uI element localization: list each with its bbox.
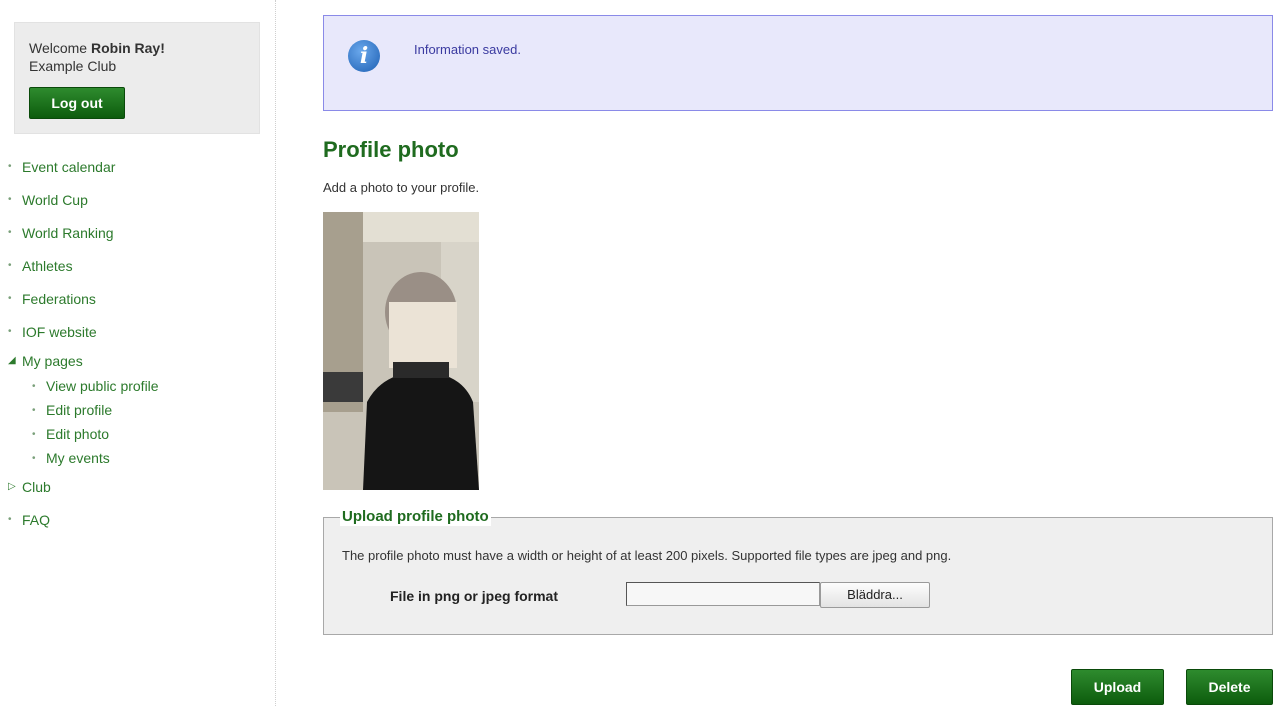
page-description: Add a photo to your profile.	[323, 180, 480, 195]
bullet-icon: •	[32, 380, 36, 392]
welcome-box: Welcome Robin Ray! Example Club Log out	[14, 22, 260, 134]
info-message-box: i Information saved.	[323, 15, 1273, 111]
sidebar-nav: • Event calendar • World Cup • World Rankin…	[8, 150, 268, 536]
bullet-icon: •	[8, 292, 12, 304]
nav-label: Federations	[22, 290, 96, 307]
bullet-icon: •	[8, 325, 12, 337]
sub-item-edit-profile[interactable]: • Edit profile	[32, 398, 268, 422]
welcome-text: Welcome Robin Ray!	[29, 39, 245, 57]
nav-label: Athletes	[22, 257, 73, 274]
welcome-prefix: Welcome	[29, 40, 91, 56]
bullet-icon: •	[32, 404, 36, 416]
nav-label: My pages	[22, 353, 83, 369]
nav-label: World Cup	[22, 191, 88, 208]
sub-item-edit-photo[interactable]: • Edit photo	[32, 422, 268, 446]
sidebar: Welcome Robin Ray! Example Club Log out …	[0, 0, 276, 706]
bullet-icon: •	[8, 193, 12, 205]
sub-nav-label: My events	[46, 450, 110, 466]
nav-item-event-calendar[interactable]: • Event calendar	[8, 150, 268, 183]
sub-item-my-events[interactable]: • My events	[32, 446, 268, 470]
upload-fieldset: Upload profile photo The profile photo m…	[323, 508, 1273, 635]
user-name: Robin Ray!	[90, 40, 165, 56]
club-name: Example Club	[29, 58, 117, 74]
sub-nav-label: View public profile	[46, 378, 159, 394]
nav-item-federations[interactable]: • Federations	[8, 282, 268, 315]
bullet-icon: •	[32, 428, 36, 440]
sub-nav-label: Edit profile	[46, 402, 113, 418]
sub-nav-label: Edit photo	[46, 426, 110, 442]
nav-item-world-ranking[interactable]: • World Ranking	[8, 216, 268, 249]
nav-label: FAQ	[22, 511, 51, 528]
sub-item-view-public-profile[interactable]: • View public profile	[32, 374, 268, 398]
file-label: File in png or jpeg format	[390, 588, 558, 604]
nav-label: Event calendar	[22, 158, 116, 175]
bullet-icon: •	[8, 259, 12, 271]
my-pages-subnav: • View public profile • Edit profile • Edit…	[32, 374, 268, 470]
file-path-input[interactable]	[626, 582, 820, 606]
upload-button[interactable]: Upload	[1071, 669, 1164, 705]
profile-photo-image	[323, 212, 479, 490]
bullet-icon: •	[8, 160, 12, 172]
collapsed-triangle-icon: ▷	[8, 480, 16, 492]
nav-item-my-pages[interactable]: ◢ My pages	[8, 348, 268, 374]
info-message: Information saved.	[414, 42, 521, 57]
nav-label: IOF website	[22, 323, 97, 340]
delete-button[interactable]: Delete	[1186, 669, 1273, 705]
info-icon: i	[348, 40, 380, 72]
nav-item-world-cup[interactable]: • World Cup	[8, 183, 268, 216]
bullet-icon: •	[8, 226, 12, 238]
browse-button[interactable]: Bläddra...	[820, 582, 930, 608]
page-title: Profile photo	[323, 137, 459, 162]
nav-item-faq[interactable]: • FAQ	[8, 503, 268, 536]
nav-label: World Ranking	[22, 224, 114, 241]
expanded-triangle-icon: ◢	[8, 355, 16, 366]
bullet-icon: •	[8, 513, 12, 525]
upload-legend: Upload profile photo	[340, 508, 491, 526]
nav-item-athletes[interactable]: • Athletes	[8, 249, 268, 282]
profile-photo	[323, 212, 479, 490]
logout-button[interactable]: Log out	[29, 87, 125, 119]
nav-label: Club	[22, 478, 51, 495]
bullet-icon: •	[32, 452, 36, 464]
nav-item-iof-website[interactable]: • IOF website	[8, 315, 268, 348]
upload-note: The profile photo must have a width or h…	[342, 548, 952, 563]
nav-item-club[interactable]: ▷ Club	[8, 470, 268, 503]
